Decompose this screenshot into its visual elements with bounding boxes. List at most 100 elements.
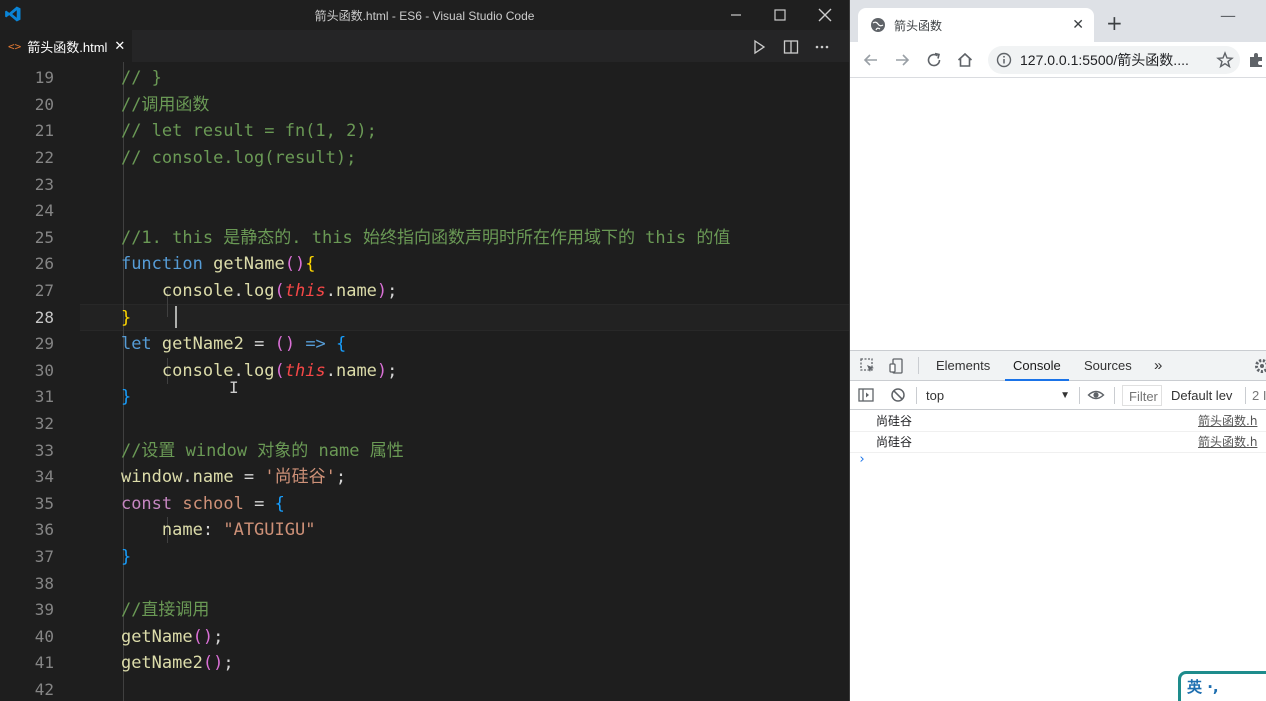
code-editor[interactable]: 19 20 21 22 23 24 25 26 27 28 29 30 31 32 33 34 35 36 37 38…	[0, 62, 849, 701]
inspect-element-icon[interactable]	[859, 357, 877, 375]
bookmark-star-icon[interactable]	[1216, 51, 1234, 69]
line-number: 25	[34, 227, 54, 247]
ime-mode-label: 英 ·,	[1187, 678, 1219, 696]
code-area[interactable]: // } //调用函数 // let result = fn(1, 2); //…	[80, 62, 849, 701]
browser-tab-title: 箭头函数	[894, 18, 943, 33]
minimize-button[interactable]	[713, 0, 759, 30]
device-toolbar-icon[interactable]	[888, 357, 906, 375]
toolbar-separator	[916, 387, 917, 404]
line-number: 35	[34, 493, 54, 513]
line-number: 40	[34, 626, 54, 646]
line-number: 38	[34, 573, 54, 593]
devtools-tab-elements[interactable]: Elements	[928, 351, 998, 381]
address-bar[interactable]: 127.0.0.1:5500/箭头函数....	[988, 46, 1240, 74]
reload-icon[interactable]	[925, 51, 943, 69]
line-number: 36	[34, 520, 54, 540]
run-icon[interactable]	[750, 38, 768, 56]
line-number: 28	[34, 307, 54, 327]
log-levels-select[interactable]: Default lev	[1171, 385, 1232, 406]
browser-minimize-button[interactable]: —	[1220, 6, 1236, 25]
editor-tab-bar: <> 箭头函数.html ✕	[0, 30, 849, 62]
code-line-31: }	[120, 387, 132, 408]
text-cursor	[175, 306, 177, 328]
console-toolbar: top ▼ Filter Default lev 2 I	[850, 381, 1266, 410]
line-number: 29	[34, 334, 54, 354]
ime-status-widget[interactable]: 英 ·,	[1178, 671, 1266, 701]
maximize-button[interactable]	[757, 0, 803, 30]
settings-gear-icon[interactable]	[1253, 357, 1266, 375]
code-line-30: console.log(this.name);	[161, 360, 398, 381]
maximize-icon	[774, 9, 786, 21]
line-number: 34	[34, 467, 54, 487]
minimize-icon	[731, 14, 741, 16]
toolbar-separator	[1114, 387, 1115, 404]
address-url: 127.0.0.1:5500/箭头函数....	[1020, 52, 1189, 68]
browser-tab[interactable]: 箭头函数 ✕	[858, 8, 1094, 42]
code-line-20: //调用函数	[120, 94, 210, 115]
new-tab-button[interactable]: +	[1106, 11, 1123, 35]
line-number: 26	[34, 254, 54, 274]
code-line-36: name: "ATGUIGU"	[161, 520, 316, 541]
line-number: 33	[34, 440, 54, 460]
vscode-title-bar: 箭头函数.html - ES6 - Visual Studio Code	[0, 0, 849, 30]
page-viewport[interactable]	[850, 78, 1266, 350]
console-log-source-link[interactable]: 箭头函数.h	[1198, 432, 1257, 453]
console-log-message: 尚硅谷	[876, 414, 913, 428]
line-number: 27	[34, 280, 54, 300]
devtools-tab-sources[interactable]: Sources	[1076, 351, 1140, 381]
home-icon[interactable]	[956, 51, 974, 69]
ibeam-cursor-icon: I	[229, 378, 239, 397]
forward-arrow-icon[interactable]	[893, 51, 911, 69]
more-actions-icon[interactable]	[813, 38, 831, 56]
code-line-29: let getName2 = () => {	[120, 334, 347, 355]
execution-context-select[interactable]: top ▼	[920, 385, 1070, 406]
issues-counter[interactable]: 2 I	[1252, 385, 1266, 406]
back-arrow-icon[interactable]	[862, 51, 880, 69]
line-number: 32	[34, 413, 54, 433]
line-number: 39	[34, 600, 54, 620]
line-number: 21	[34, 121, 54, 141]
line-number: 37	[34, 546, 54, 566]
line-number: 23	[34, 174, 54, 194]
show-sidebar-icon[interactable]	[857, 386, 875, 404]
execution-context-value: top	[926, 388, 945, 403]
console-log-row: 尚硅谷 箭头函数.h	[850, 432, 1266, 453]
live-expression-eye-icon[interactable]	[1087, 386, 1105, 404]
console-prompt[interactable]: ›	[858, 452, 866, 467]
html-file-icon: <>	[8, 39, 22, 53]
code-line-35: const school = {	[120, 493, 285, 514]
console-log-source-link[interactable]: 箭头函数.h	[1198, 411, 1257, 432]
split-editor-icon[interactable]	[782, 38, 800, 56]
code-line-26: function getName(){	[120, 254, 316, 275]
devtools-tab-bar: Elements Console Sources »	[850, 351, 1266, 381]
site-info-icon[interactable]	[996, 52, 1012, 68]
close-window-button[interactable]	[802, 0, 848, 30]
code-line-25: //1. this 是静态的. this 始终指向函数声明时所在作用域下的 th…	[120, 227, 731, 248]
console-filter-input[interactable]: Filter	[1122, 385, 1162, 406]
browser-tab-close-icon[interactable]: ✕	[1072, 16, 1084, 33]
code-line-34: window.name = '尚硅谷';	[120, 467, 347, 488]
extensions-puzzle-icon[interactable]	[1247, 51, 1265, 69]
code-line-21: // let result = fn(1, 2);	[120, 121, 377, 142]
code-line-39: //直接调用	[120, 600, 210, 621]
line-number: 30	[34, 360, 54, 380]
toolbar-separator	[918, 357, 919, 374]
line-number: 24	[34, 201, 54, 221]
line-number: 20	[34, 94, 54, 114]
clear-console-icon[interactable]	[889, 386, 907, 404]
code-line-40: getName();	[120, 626, 224, 647]
console-log-row: 尚硅谷 箭头函数.h	[850, 411, 1266, 432]
tab-close-icon[interactable]: ✕	[114, 38, 125, 54]
code-line-37: }	[120, 546, 132, 567]
line-number: 22	[34, 147, 54, 167]
line-number-gutter: 19 20 21 22 23 24 25 26 27 28 29 30 31 32 33 34 35 36 37 38…	[0, 62, 80, 701]
code-line-41: getName2();	[120, 653, 234, 674]
code-line-27: console.log(this.name);	[161, 280, 398, 301]
devtools-tab-console[interactable]: Console	[1005, 351, 1069, 381]
dropdown-caret-icon: ▼	[1060, 390, 1070, 401]
code-line-33: //设置 window 对象的 name 属性	[120, 440, 404, 461]
vscode-window: 箭头函数.html - ES6 - Visual Studio Code <> …	[0, 0, 849, 701]
editor-tab[interactable]: <> 箭头函数.html ✕	[0, 30, 132, 62]
more-tabs-button[interactable]: »	[1146, 351, 1170, 381]
console-log-message: 尚硅谷	[876, 435, 913, 449]
